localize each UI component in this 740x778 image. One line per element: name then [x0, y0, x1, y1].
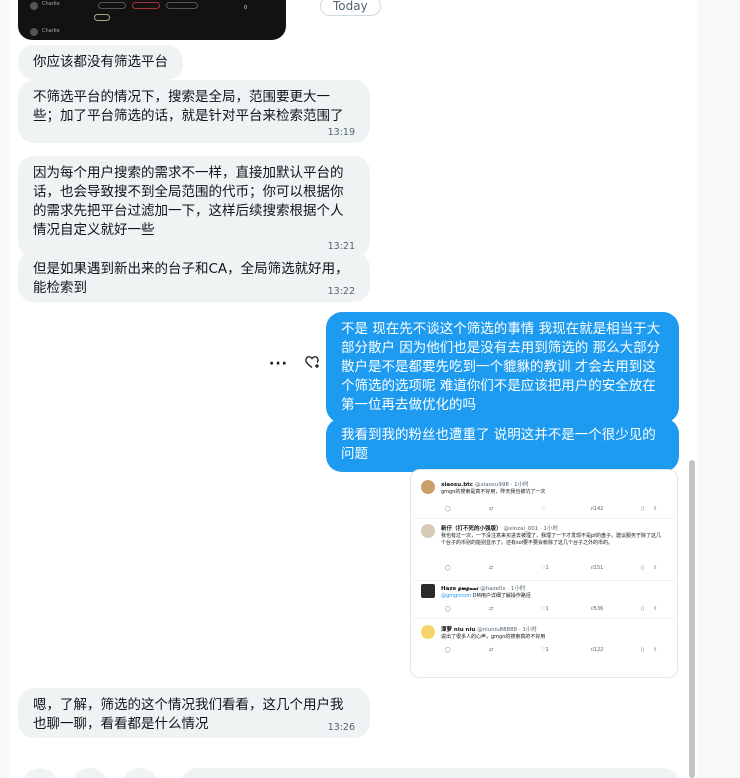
more-icon[interactable]: ··· — [269, 356, 288, 372]
bookmark-icon: ▯ — [641, 506, 644, 512]
image-attachment[interactable]: xiaosu.btc @xiaosu998 · 1小时 gmgn的搜索是真不好用… — [410, 469, 678, 678]
tweet-text: 说出了很多人的心声，gmgn的搜索真的不好用 — [441, 634, 546, 640]
bookmark-icon: ▯ — [641, 565, 644, 571]
like-icon: ♡ — [541, 506, 546, 512]
like-icon: ♡ 1 — [541, 647, 549, 653]
views-value: 142 — [593, 506, 604, 512]
share-icon: ⇧ — [653, 565, 658, 571]
dm-conversation: Charlie 0 Charlie Today 你应该都没有筛选平台 不筛选平台… — [0, 0, 740, 778]
incoming-message[interactable]: 因为每个用户搜索的需求不一样，直接加默认平台的话，也会导致搜不到全局范围的代币；… — [18, 156, 370, 257]
views-count: ıl 536 — [591, 606, 604, 612]
like-count: 1 — [545, 647, 549, 653]
message-text: 因为每个用户搜索的需求不一样，直接加默认平台的话，也会导致搜不到全局范围的代币；… — [33, 165, 344, 238]
tweet-text: @gmgncom DM用户详细了解操作路径 — [441, 593, 663, 600]
like-count: 1 — [545, 565, 549, 571]
views-value: 122 — [593, 647, 604, 653]
add-reaction-icon[interactable] — [304, 355, 320, 373]
outgoing-message[interactable]: 我看到我的粉丝也遭重了 说明这并不是一个很少见的问题 — [326, 418, 679, 472]
incoming-message[interactable]: 不筛选平台的情况下，搜索是全局，范围要更大一些；加了平台筛选的话，就是针对平台来… — [18, 80, 370, 143]
tweet-author: Haze 𝓰𝓶𝓰𝓷𝓪𝓲 @haze0x · 1小时 — [441, 584, 525, 593]
message-text: 不是 现在先不谈这个筛选的事情 我现在就是相当于大部分散户 因为他们也是没有去用… — [341, 321, 661, 413]
reply-icon: ◯ — [445, 506, 451, 512]
bookmark-icon: ▯ — [641, 606, 644, 612]
retweet-icon: ⇄ — [489, 606, 494, 612]
views-count: ıl 151 — [591, 565, 604, 571]
tweet-handle: @niuniu88888 · 1小时 — [477, 627, 537, 633]
message-actions: ··· — [269, 355, 320, 373]
retweet-icon: ⇄ — [489, 565, 494, 571]
tweet-handle: @xiaosu998 · 1小时 — [474, 482, 529, 488]
divider — [415, 618, 673, 619]
tweet-text: 我也有过一次，一下没注意来买进去被埋了，我埋了一下才发现不是pf的盘子。建议服务… — [441, 533, 661, 546]
avatar — [421, 625, 435, 639]
tweet-mention: @gmgncom — [441, 593, 472, 599]
like-icon: ♡ 1 — [541, 606, 549, 612]
top-shot-pill — [94, 14, 110, 21]
top-shot-pill — [166, 2, 198, 9]
emoji-button[interactable] — [122, 768, 158, 778]
retweet-icon: ⇄ — [489, 506, 494, 512]
avatar — [30, 28, 38, 36]
views-count: ıl 122 — [591, 647, 604, 653]
outgoing-message[interactable]: 不是 现在先不谈这个筛选的事情 我现在就是相当于大部分散户 因为他们也是没有去用… — [326, 312, 679, 423]
like-count: 1 — [545, 606, 549, 612]
tweet-body: DM用户详细了解操作路径 — [472, 593, 531, 599]
top-shot-name: Charlie — [42, 1, 60, 7]
tweet-author: xiaosu.btc @xiaosu998 · 1小时 — [441, 480, 529, 488]
top-shot-name: Charlie — [42, 28, 60, 34]
date-separator: Today — [320, 0, 381, 16]
tweet-handle: @haze0x · 1小时 — [480, 586, 526, 592]
divider — [415, 580, 673, 581]
avatar — [421, 480, 435, 494]
divider — [415, 518, 673, 519]
views-count: ıl 142 — [591, 506, 604, 512]
incoming-message[interactable]: 但是如果遇到新出来的台子和CA，全局筛选就好用，能检索到 13:22 — [18, 252, 370, 302]
share-icon: ⇧ — [653, 606, 658, 612]
tweet-handle: @xinzai_001 · 1小时 — [503, 526, 558, 532]
tweet-author: 潭萝 niu niu @niuniu88888 · 1小时 — [441, 625, 537, 633]
share-icon: ⇧ — [653, 647, 658, 653]
tweet-name: 新仔（打不死的小强版） — [441, 526, 502, 532]
tweet-name: Haze 𝓰𝓶𝓰𝓷𝓪𝓲 — [441, 586, 479, 592]
like-icon: ♡ 1 — [541, 565, 549, 571]
views-value: 151 — [593, 565, 604, 571]
top-shot-value: 0 — [244, 5, 248, 11]
scrollbar[interactable] — [689, 460, 695, 778]
attached-screenshot-top[interactable]: Charlie 0 Charlie — [18, 0, 286, 40]
retweet-icon: ⇄ — [489, 647, 494, 653]
avatar — [30, 2, 38, 10]
message-text: 你应该都没有筛选平台 — [33, 54, 168, 70]
tweet-item: Haze 𝓰𝓶𝓰𝓷𝓪𝓲 @haze0x · 1小时 @gmgncom DM用户详… — [415, 582, 673, 622]
gif-button[interactable] — [72, 768, 108, 778]
reply-icon: ◯ — [445, 565, 451, 571]
top-shot-pill — [132, 2, 160, 9]
top-shot-pill — [98, 2, 126, 9]
message-time: 13:19 — [327, 127, 355, 138]
tweet-item: xiaosu.btc @xiaosu998 · 1小时 gmgn的搜索是真不好用… — [415, 478, 673, 518]
message-text: 我看到我的粉丝也遭重了 说明这并不是一个很少见的问题 — [341, 427, 656, 462]
incoming-message[interactable]: 嗯，了解，筛选的这个情况我们看看，这几个用户我也聊一聊，看看都是什么情况 13:… — [18, 688, 370, 738]
avatar — [421, 524, 435, 538]
tweet-author: 新仔（打不死的小强版） @xinzai_001 · 1小时 — [441, 524, 558, 532]
tweet-name: 潭萝 niu niu — [441, 627, 476, 633]
message-thread[interactable]: Charlie 0 Charlie Today 你应该都没有筛选平台 不筛选平台… — [10, 0, 697, 778]
tweet-item: 潭萝 niu niu @niuniu88888 · 1小时 说出了很多人的心声，… — [415, 623, 673, 663]
message-text: 不筛选平台的情况下，搜索是全局，范围要更大一些；加了平台筛选的话，就是针对平台来… — [33, 89, 344, 124]
message-time: 13:21 — [327, 241, 355, 252]
tweet-screenshot: xiaosu.btc @xiaosu998 · 1小时 gmgn的搜索是真不好用… — [415, 474, 673, 672]
bookmark-icon: ▯ — [641, 647, 644, 653]
tweet-item: 新仔（打不死的小强版） @xinzai_001 · 1小时 我也有过一次，一下没… — [415, 522, 673, 580]
tweet-name: xiaosu.btc — [441, 482, 474, 488]
incoming-message[interactable]: 你应该都没有筛选平台 — [18, 45, 183, 80]
reply-icon: ◯ — [445, 647, 451, 653]
right-panel — [697, 0, 740, 778]
reply-icon: ◯ — [445, 606, 451, 612]
share-icon: ⇧ — [653, 506, 658, 512]
message-input[interactable] — [180, 768, 680, 778]
avatar — [421, 584, 435, 598]
tweet-text: gmgn的搜索是真不好用，昨天我也被坑了一次 — [441, 489, 546, 495]
media-button[interactable] — [22, 768, 58, 778]
views-value: 536 — [593, 606, 604, 612]
